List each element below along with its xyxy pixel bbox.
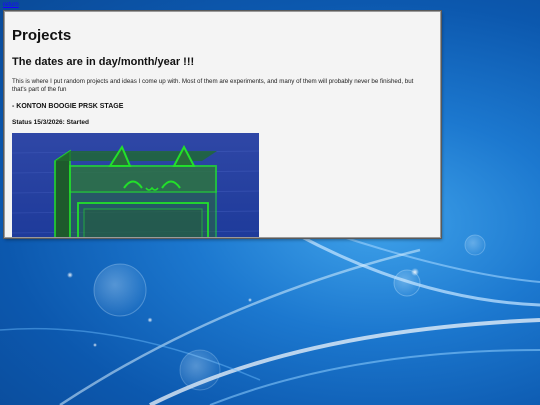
projects-content: Projects The dates are in day/month/year… — [5, 27, 440, 237]
project-title: - KONTON BOOGIE PRSK STAGE — [12, 103, 124, 110]
page-title: Projects — [12, 27, 72, 44]
project-preview-image — [12, 133, 259, 237]
return-link[interactable]: return — [3, 2, 19, 8]
project-status: Status 15/3/2026: Started — [12, 119, 89, 126]
intro-text: This is where I put random projects and … — [12, 78, 414, 93]
projects-window: Projects The dates are in day/month/year… — [4, 11, 441, 238]
dates-note-heading: The dates are in day/month/year !!! — [12, 56, 195, 68]
